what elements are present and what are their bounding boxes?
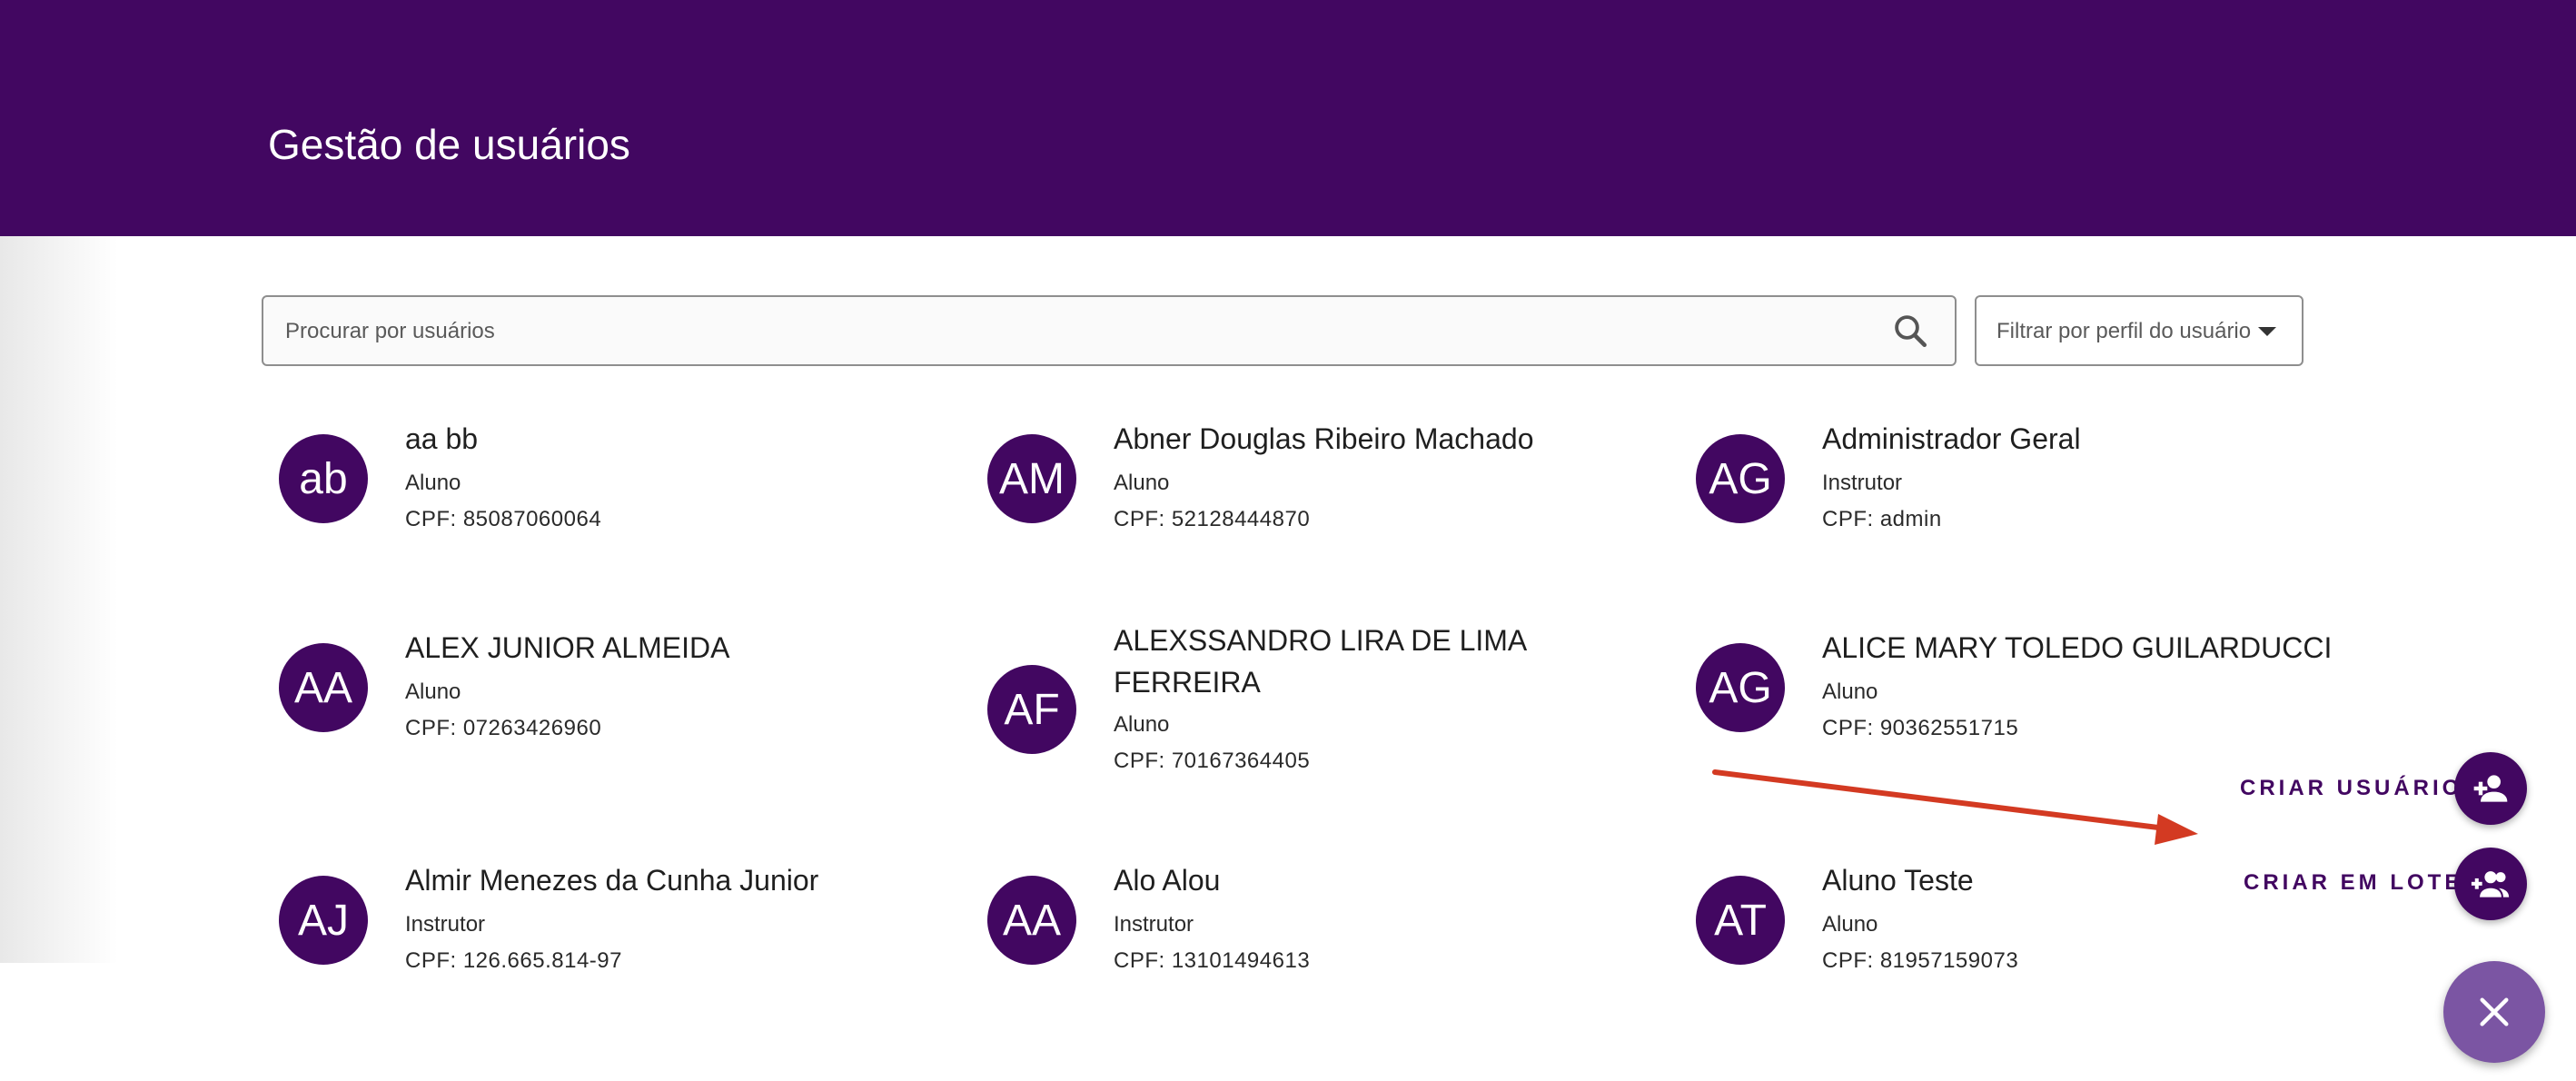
user-card[interactable]: AG ALICE MARY TOLEDO GUILARDUCCI Aluno C… xyxy=(1696,631,2332,754)
close-fab-button[interactable] xyxy=(2443,961,2545,1063)
user-cpf: CPF: 07263426960 xyxy=(405,716,602,740)
avatar: AG xyxy=(1696,434,1785,523)
user-name: Abner Douglas Ribeiro Machado xyxy=(1114,422,1534,455)
user-cpf: CPF: 85087060064 xyxy=(405,507,602,531)
user-role: Aluno xyxy=(1822,912,1878,937)
user-cpf: CPF: 52128444870 xyxy=(1114,507,1311,531)
chevron-down-icon xyxy=(2258,327,2276,336)
user-cpf: CPF: 70167364405 xyxy=(1114,749,1311,773)
user-role: Instrutor xyxy=(1822,471,1903,495)
user-card[interactable]: AM Abner Douglas Ribeiro Machado Aluno C… xyxy=(987,422,1623,545)
user-role: Aluno xyxy=(1822,679,1878,704)
close-icon xyxy=(2480,997,2509,1026)
user-name: ALEX JUNIOR ALMEIDA xyxy=(405,631,730,664)
page-title: Gestão de usuários xyxy=(268,121,630,168)
user-cpf: CPF: admin xyxy=(1822,507,1942,531)
user-cpf: CPF: 13101494613 xyxy=(1114,948,1311,973)
page-header: Gestão de usuários xyxy=(0,0,2576,236)
user-name: ALEXSSANDRO LIRA DE LIMA FERREIRA xyxy=(1114,624,1526,699)
user-role: Aluno xyxy=(405,679,461,704)
user-cpf: CPF: 126.665.814-97 xyxy=(405,948,622,973)
user-card[interactable]: ab aa bb Aluno CPF: 85087060064 xyxy=(279,422,915,545)
user-card[interactable]: AG Administrador Geral Instrutor CPF: ad… xyxy=(1696,422,2332,545)
avatar: AG xyxy=(1696,643,1785,732)
avatar: AT xyxy=(1696,876,1785,965)
avatar: AF xyxy=(987,665,1076,754)
user-cpf: CPF: 90362551715 xyxy=(1822,716,2019,740)
avatar: ab xyxy=(279,434,368,523)
search-icon[interactable] xyxy=(1891,312,1929,350)
user-name: Alo Alou xyxy=(1114,864,1221,897)
create-user-label[interactable]: CRIAR USUÁRIO xyxy=(2240,776,2462,801)
avatar: AA xyxy=(279,643,368,732)
create-user-button[interactable] xyxy=(2454,752,2527,825)
user-name: Almir Menezes da Cunha Junior xyxy=(405,864,819,897)
user-name: Administrador Geral xyxy=(1822,422,2081,455)
search-input[interactable] xyxy=(283,297,1831,366)
user-card[interactable]: AA Alo Alou Instrutor CPF: 13101494613 xyxy=(987,864,1623,987)
user-card[interactable]: AF ALEXSSANDRO LIRA DE LIMA FERREIRA Alu… xyxy=(987,624,1623,779)
person-add-icon xyxy=(2473,775,2508,802)
avatar: AJ xyxy=(279,876,368,965)
user-name: aa bb xyxy=(405,422,479,455)
user-role: Instrutor xyxy=(1114,912,1194,937)
profile-filter-label: Filtrar por perfil do usuário xyxy=(1996,319,2252,343)
avatar: AA xyxy=(987,876,1076,965)
user-role: Aluno xyxy=(1114,712,1170,737)
user-role: Instrutor xyxy=(405,912,486,937)
user-card[interactable]: AJ Almir Menezes da Cunha Junior Instrut… xyxy=(279,864,915,987)
profile-filter-select[interactable]: Filtrar por perfil do usuário xyxy=(1975,295,2304,366)
user-role: Aluno xyxy=(405,471,461,495)
annotation-arrow xyxy=(1712,769,2198,845)
create-batch-button[interactable] xyxy=(2454,848,2527,920)
user-role: Aluno xyxy=(1114,471,1170,495)
user-name: Aluno Teste xyxy=(1822,864,1974,897)
left-shadow xyxy=(0,236,118,963)
search-field[interactable] xyxy=(262,295,1957,366)
user-cpf: CPF: 81957159073 xyxy=(1822,948,2019,973)
user-card[interactable]: AA ALEX JUNIOR ALMEIDA Aluno CPF: 072634… xyxy=(279,631,915,754)
user-card[interactable]: AT Aluno Teste Aluno CPF: 81957159073 xyxy=(1696,864,2332,987)
user-name: ALICE MARY TOLEDO GUILARDUCCI xyxy=(1822,631,2333,664)
avatar: AM xyxy=(987,434,1076,523)
group-add-icon xyxy=(2471,871,2510,898)
create-batch-label[interactable]: CRIAR EM LOTE xyxy=(2244,870,2462,896)
